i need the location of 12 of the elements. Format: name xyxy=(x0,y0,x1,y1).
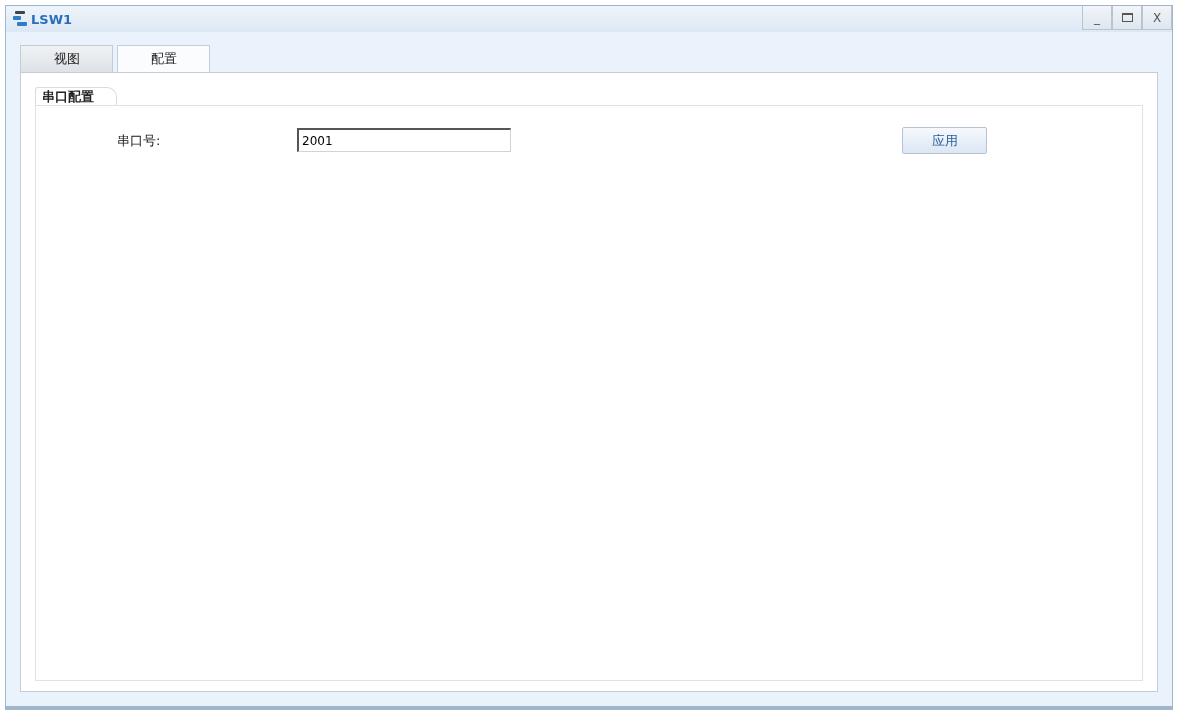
switch-icon xyxy=(12,10,28,28)
maximize-button[interactable] xyxy=(1112,6,1142,30)
tab[interactable]: 配置 xyxy=(117,45,210,72)
minimize-button[interactable]: _ xyxy=(1082,6,1112,30)
field-label: 串口号: xyxy=(117,132,162,150)
input-field[interactable]: 2001 xyxy=(297,128,511,152)
tab[interactable]: 串口配置 xyxy=(35,87,117,105)
tab[interactable]: 视图 xyxy=(20,45,113,72)
maximize-icon xyxy=(1121,13,1133,22)
window-title: LSW1 xyxy=(31,11,73,27)
apply-button[interactable]: 应用 xyxy=(902,127,987,154)
close-button[interactable]: X xyxy=(1142,6,1172,30)
